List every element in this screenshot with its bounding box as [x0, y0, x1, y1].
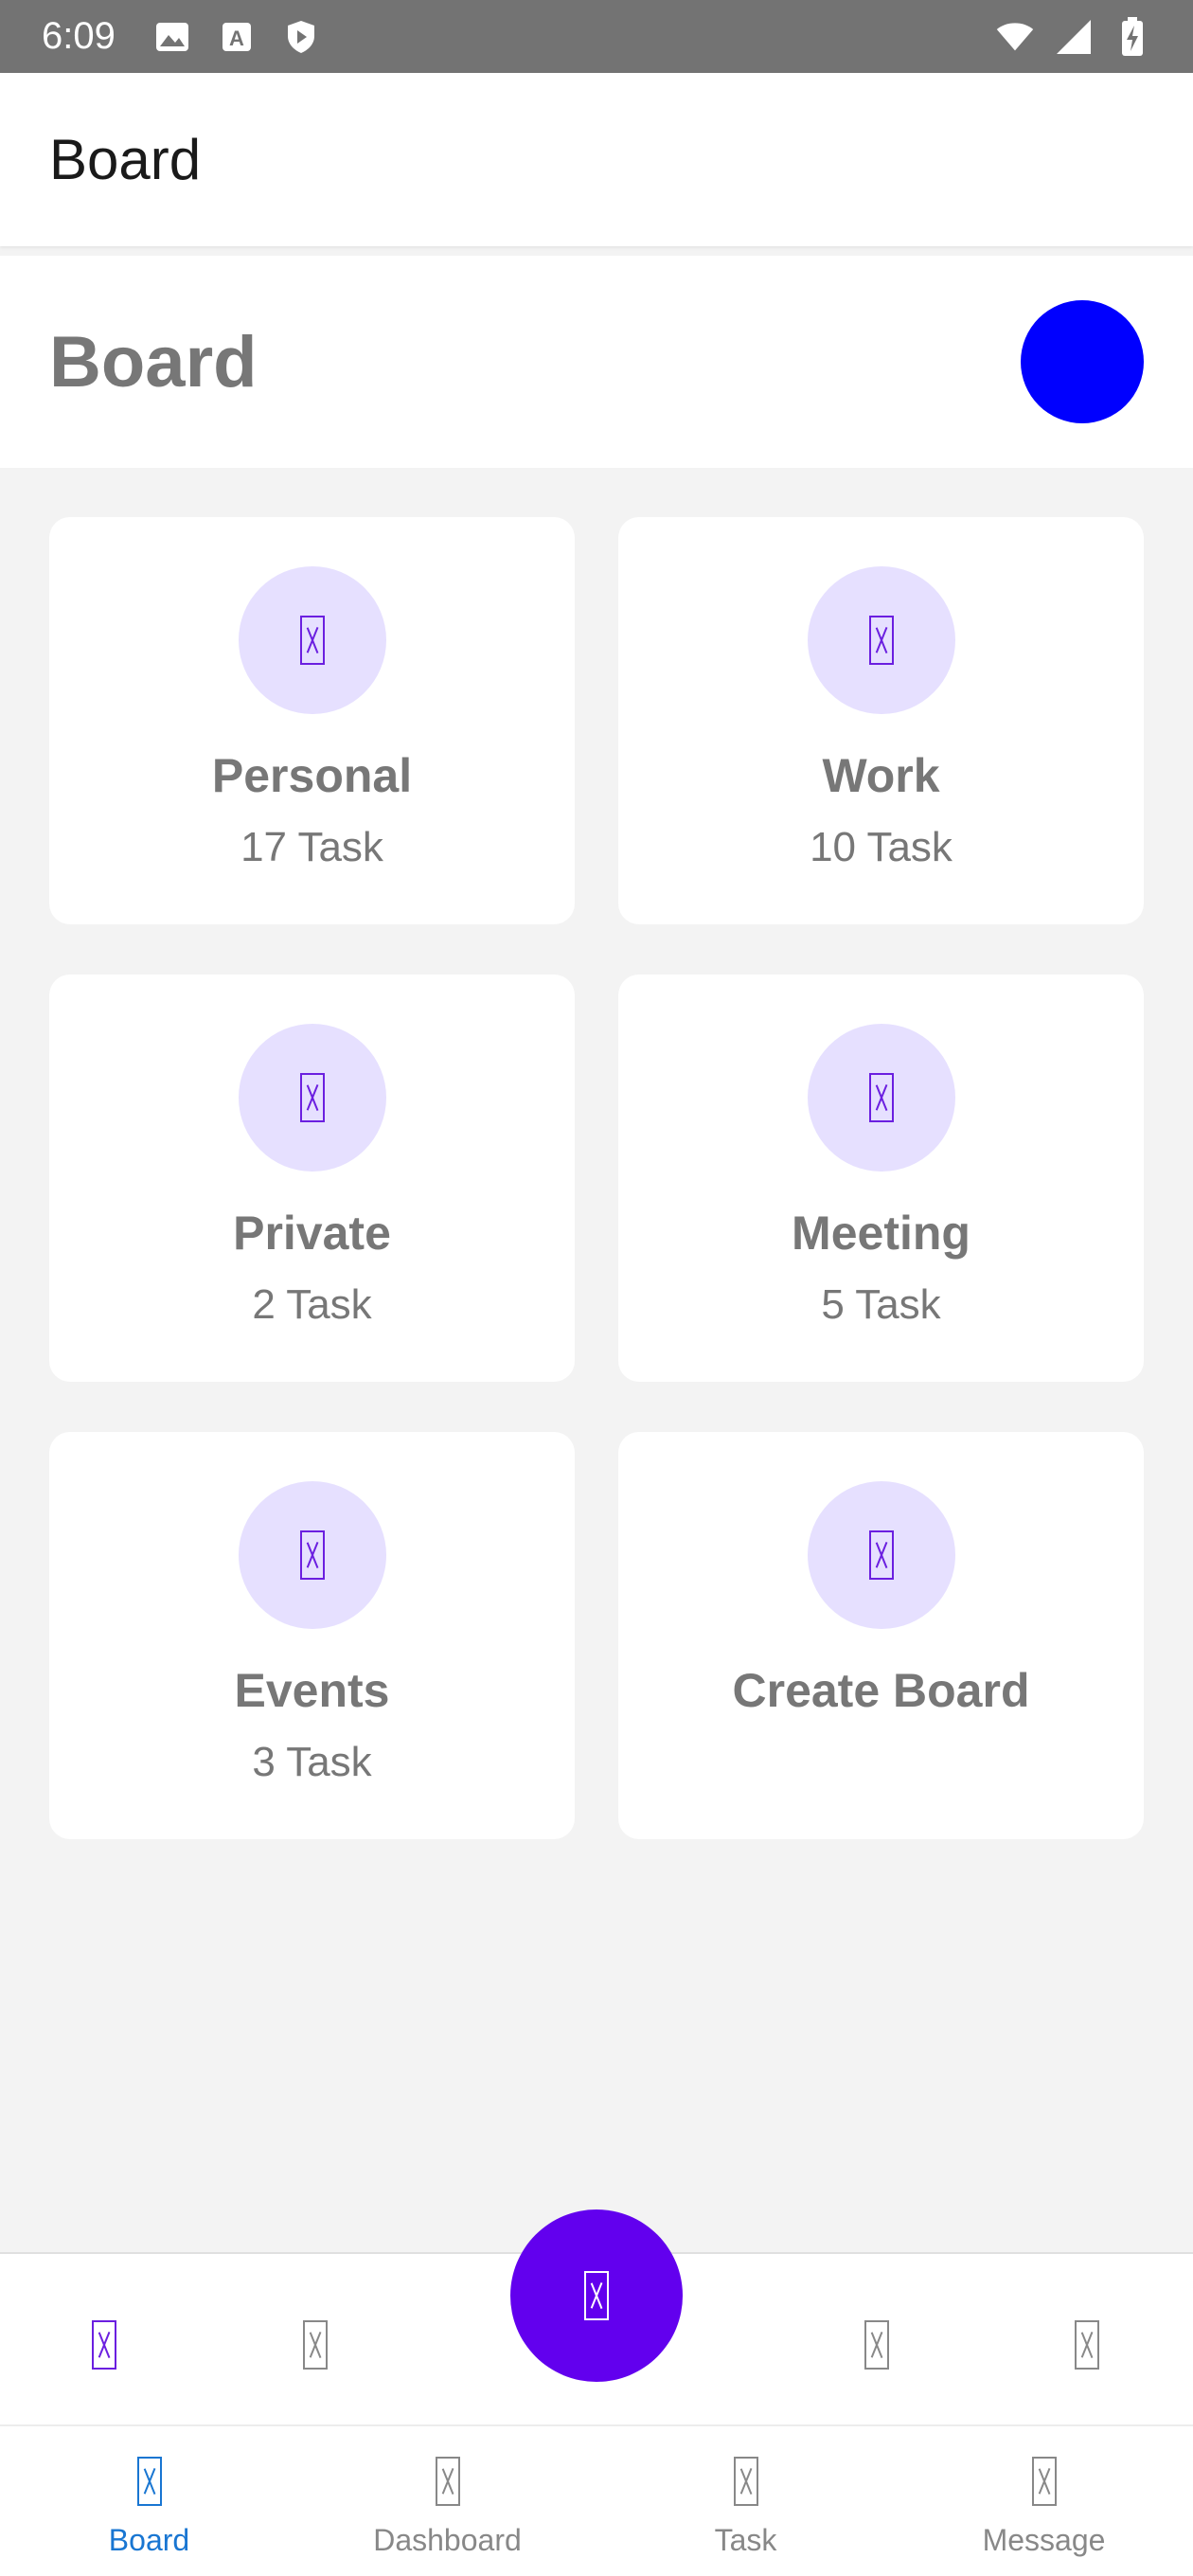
bottom-bar-dashboard-button[interactable]: [287, 2317, 344, 2373]
status-system-icons: [996, 16, 1151, 56]
wifi-icon: [996, 18, 1034, 56]
board-task-count: 3 Task: [252, 1739, 372, 1785]
app-bar: Board: [0, 73, 1193, 246]
task-nav-icon: [864, 2320, 889, 2370]
avatar[interactable]: [1021, 300, 1144, 423]
board-task-count: 10 Task: [810, 824, 953, 870]
font-icon: A: [218, 18, 256, 56]
image-icon: [153, 18, 191, 56]
tab-label: Task: [714, 2523, 777, 2557]
board-title: Work: [822, 749, 940, 802]
tab-message[interactable]: Message: [895, 2426, 1193, 2576]
dashboard-tab-icon: [435, 2457, 460, 2506]
board-icon: [299, 616, 325, 665]
create-board-card[interactable]: Create Board: [618, 1432, 1144, 1839]
board-title: Private: [233, 1207, 391, 1260]
board-task-count: 2 Task: [252, 1281, 372, 1328]
message-tab-icon: [1031, 2457, 1057, 2506]
tab-board[interactable]: Board: [0, 2426, 298, 2576]
board-icon-circle: [807, 566, 955, 714]
bottom-bar-task-button[interactable]: [848, 2317, 905, 2373]
shield-icon: [282, 18, 320, 56]
bottom-bar-board-button[interactable]: [76, 2317, 133, 2373]
board-title: Events: [234, 1664, 390, 1717]
board-card-work[interactable]: Work 10 Task: [618, 517, 1144, 924]
board-header: Board: [0, 256, 1193, 468]
add-fab-button[interactable]: [510, 2209, 683, 2382]
add-icon: [584, 2271, 609, 2320]
tab-label: Dashboard: [373, 2523, 522, 2557]
board-card-meeting[interactable]: Meeting 5 Task: [618, 975, 1144, 1382]
board-title: Personal: [211, 749, 413, 802]
board-icon-circle: [807, 1024, 955, 1172]
tab-task[interactable]: Task: [596, 2426, 895, 2576]
tab-label: Board: [108, 2523, 190, 2557]
board-tab-icon: [136, 2457, 162, 2506]
board-icon-circle: [238, 1024, 386, 1172]
signal-icon: [1055, 18, 1093, 56]
status-time: 6:09: [42, 15, 116, 57]
board-task-count: 5 Task: [821, 1281, 941, 1328]
page-title: Board: [49, 321, 258, 402]
tab-bar: Board Dashboard Task Message: [0, 2424, 1193, 2576]
svg-text:A: A: [229, 27, 244, 50]
task-tab-icon: [733, 2457, 758, 2506]
board-icon: [299, 1073, 325, 1122]
status-bar: 6:09 A: [0, 0, 1193, 73]
board-icon-circle: [238, 1481, 386, 1629]
dashboard-nav-icon: [303, 2320, 328, 2370]
board-title: Create Board: [732, 1664, 1030, 1717]
bottom-bar-message-button[interactable]: [1059, 2317, 1115, 2373]
board-icon: [868, 1073, 894, 1122]
board-icon: [299, 1530, 325, 1580]
battery-charging-icon: [1113, 16, 1151, 56]
board-card-events[interactable]: Events 3 Task: [49, 1432, 575, 1839]
board-card-personal[interactable]: Personal 17 Task: [49, 517, 575, 924]
tab-dashboard[interactable]: Dashboard: [298, 2426, 596, 2576]
app-bar-title: Board: [49, 128, 202, 191]
tab-label: Message: [982, 2523, 1106, 2557]
board-card-private[interactable]: Private 2 Task: [49, 975, 575, 1382]
status-notification-icons: A: [153, 18, 320, 56]
board-icon-circle: [238, 566, 386, 714]
message-nav-icon: [1075, 2320, 1099, 2370]
boards-grid: Personal 17 Task Work 10 Task Private 2 …: [49, 517, 1144, 1839]
board-title: Meeting: [792, 1207, 970, 1260]
board-task-count: 17 Task: [240, 824, 383, 870]
board-nav-icon: [92, 2320, 116, 2370]
add-board-icon: [868, 1530, 894, 1580]
board-icon: [868, 616, 894, 665]
board-icon-circle: [807, 1481, 955, 1629]
